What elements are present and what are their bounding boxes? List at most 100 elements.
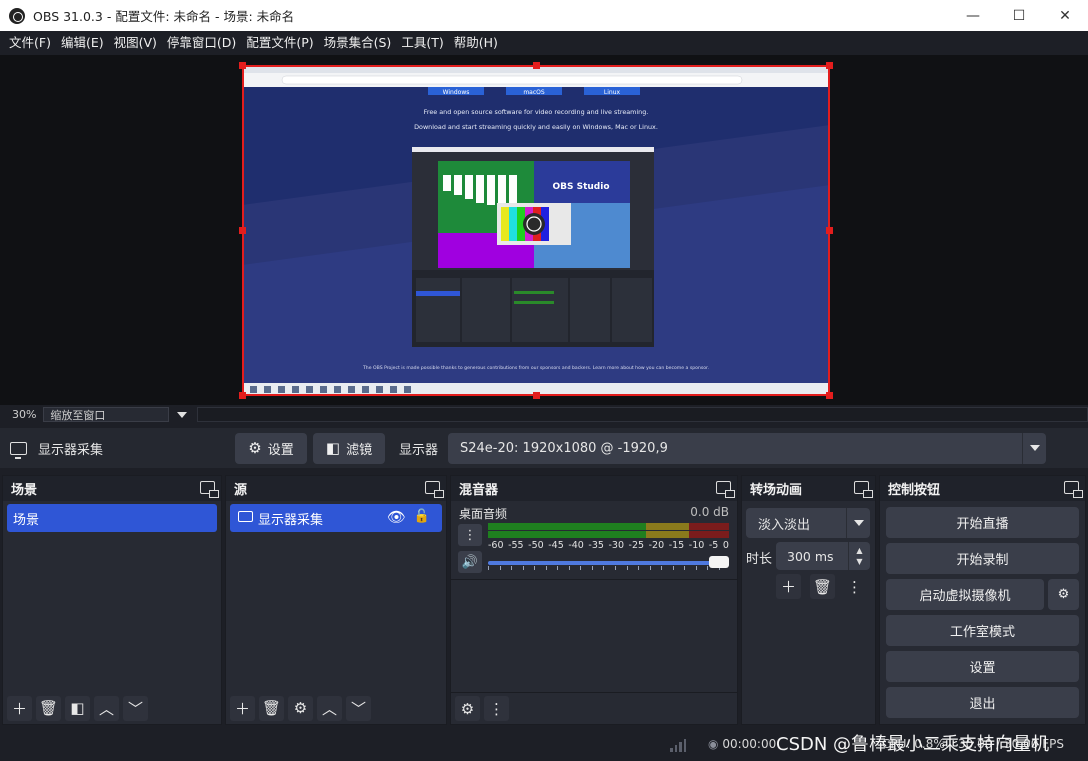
resize-handle-tl[interactable]: [239, 62, 246, 69]
controls-dock: 控制按钮 开始直播 开始录制 启动虚拟摄像机 ⚙ 工作室模式 设置 退出: [879, 475, 1086, 725]
controls-dock-title: 控制按钮: [888, 483, 941, 498]
volume-meter: -60 -55 -50 -45 -40 -35 -30 -25 -20 -15 …: [488, 523, 729, 551]
start-recording-button[interactable]: 开始录制: [886, 543, 1079, 574]
undock-icon[interactable]: [716, 481, 735, 498]
transition-select-value: 淡入淡出: [758, 517, 811, 533]
remove-source-button[interactable]: 🗑: [259, 695, 284, 721]
zoom-mode-select[interactable]: 缩放至窗口: [43, 407, 169, 422]
monitor-icon: [238, 511, 253, 522]
lock-icon[interactable]: 🔓: [414, 509, 430, 524]
exit-button[interactable]: 退出: [886, 687, 1079, 718]
audio-settings-button[interactable]: ⚙: [455, 696, 480, 721]
menu-scene-collection[interactable]: 场景集合(S): [319, 31, 397, 55]
source-filters-button[interactable]: ◧ 滤镜: [313, 432, 385, 464]
menu-help[interactable]: 帮助(H): [449, 31, 503, 55]
scene-list-item[interactable]: 场景: [7, 504, 217, 532]
menu-edit[interactable]: 编辑(E): [56, 31, 109, 55]
remove-transition-button[interactable]: 🗑: [810, 574, 835, 599]
captured-screen[interactable]: Windows macOS Linux Free and open source…: [242, 65, 830, 396]
mute-button[interactable]: 🔊: [458, 551, 482, 573]
undock-icon[interactable]: [854, 481, 873, 498]
move-scene-down-button[interactable]: ﹀: [123, 695, 148, 721]
virtual-camera-settings-button[interactable]: ⚙: [1048, 579, 1079, 610]
chevron-down-icon[interactable]: ▼: [856, 556, 862, 567]
zoom-scrollbar[interactable]: [196, 407, 1088, 422]
resize-handle-ml[interactable]: [239, 227, 246, 234]
scene-filters-button[interactable]: ◧: [65, 695, 90, 721]
sources-dock-title: 源: [234, 483, 248, 498]
mixer-menu-button[interactable]: ⋮: [484, 696, 509, 721]
speaker-icon: 🔊: [461, 554, 479, 570]
settings-button[interactable]: 设置: [886, 651, 1079, 682]
resize-handle-bl[interactable]: [239, 392, 246, 399]
chevron-down-icon: ﹀: [350, 699, 366, 718]
undock-icon[interactable]: [200, 481, 219, 498]
menu-file[interactable]: 文件(F): [4, 31, 56, 55]
scenes-dock-header: 场景: [3, 476, 221, 501]
resize-handle-tm[interactable]: [533, 62, 540, 69]
mixer-toolbar: ⚙ ⋮: [451, 692, 737, 724]
minimize-button[interactable]: —: [950, 0, 996, 31]
undock-icon[interactable]: [1064, 481, 1083, 498]
meter-scale: -60 -55 -50 -45 -40 -35 -30 -25 -20 -15 …: [488, 540, 729, 551]
transition-menu-button[interactable]: ⋮: [842, 574, 867, 599]
duration-spinbox[interactable]: 300 ms ▲ ▼: [776, 542, 870, 570]
resize-handle-mr[interactable]: [826, 227, 833, 234]
studio-mode-button[interactable]: 工作室模式: [886, 615, 1079, 646]
menu-tools[interactable]: 工具(T): [396, 31, 448, 55]
move-source-down-button[interactable]: ﹀: [346, 695, 371, 721]
display-label: 显示器: [399, 442, 439, 458]
source-settings-button[interactable]: ⚙ 设置: [235, 432, 307, 464]
menu-view[interactable]: 视图(V): [109, 31, 162, 55]
remove-scene-button[interactable]: 🗑: [36, 695, 61, 721]
eye-icon[interactable]: 👁: [387, 508, 406, 526]
mixer-dock-title: 混音器: [459, 483, 499, 498]
duration-value: 300 ms: [787, 548, 834, 564]
volume-slider-handle[interactable]: [709, 556, 729, 568]
gear-icon: ⚙: [460, 699, 475, 718]
maximize-button[interactable]: ☐: [996, 0, 1042, 31]
source-list-item[interactable]: 显示器采集 👁 🔓: [230, 504, 442, 532]
signal-bars-icon: [670, 739, 686, 752]
mixer-channel-menu-button[interactable]: ⋮: [458, 524, 482, 546]
filter-icon: ◧: [70, 699, 85, 717]
volume-slider[interactable]: [488, 556, 729, 570]
undock-icon[interactable]: [425, 481, 444, 498]
resize-handle-bm[interactable]: [533, 392, 540, 399]
chevron-down-icon: [1029, 445, 1040, 451]
add-transition-button[interactable]: ＋: [776, 574, 801, 599]
add-scene-button[interactable]: ＋: [7, 695, 32, 721]
chevron-up-icon[interactable]: ▲: [856, 545, 862, 556]
sources-dock: 源 显示器采集 👁 🔓 ＋ 🗑 ⚙ ︿ ﹀: [225, 475, 447, 725]
resize-handle-tr[interactable]: [826, 62, 833, 69]
move-scene-up-button[interactable]: ︿: [94, 695, 119, 721]
add-source-button[interactable]: ＋: [230, 695, 255, 721]
scene-item-label: 场景: [13, 512, 40, 528]
meter-tick-label: -20: [648, 540, 665, 551]
plus-icon: ＋: [234, 699, 250, 718]
menu-docks[interactable]: 停靠窗口(D): [162, 31, 241, 55]
transition-select[interactable]: 淡入淡出: [746, 508, 870, 538]
start-streaming-button[interactable]: 开始直播: [886, 507, 1079, 538]
meter-tick-label: -55: [508, 540, 524, 551]
close-button[interactable]: ✕: [1042, 0, 1088, 31]
display-select[interactable]: S24e-20: 1920x1080 @ -1920,9: [448, 432, 1047, 464]
transition-dropdown-button[interactable]: [846, 508, 870, 538]
mixer-channel-name: 桌面音频: [459, 507, 508, 521]
display-dropdown-button[interactable]: [1022, 432, 1046, 464]
menu-profile[interactable]: 配置文件(P): [241, 31, 318, 55]
start-virtual-camera-button[interactable]: 启动虚拟摄像机: [886, 579, 1044, 610]
source-properties-button[interactable]: ⚙: [288, 695, 313, 721]
move-source-up-button[interactable]: ︿: [317, 695, 342, 721]
resize-handle-br[interactable]: [826, 392, 833, 399]
mixer-channel-level: 0.0 dB: [690, 505, 729, 519]
chevron-down-icon[interactable]: [176, 411, 187, 418]
download-linux-label: Linux: [604, 89, 621, 96]
display-select-value: S24e-20: 1920x1080 @ -1920,9: [460, 440, 668, 456]
screen-footer: The OBS Project is made possible thanks …: [362, 365, 709, 371]
screen-tagline: Free and open source software for video …: [424, 108, 649, 116]
watermark: CSDN @鲁棒最小二乘支持向量机: [776, 734, 1050, 755]
chevron-up-icon: ︿: [321, 699, 337, 718]
source-item-label: 显示器采集: [258, 512, 324, 528]
transitions-dock: 转场动画 淡入淡出 时长 300 ms ▲ ▼ ＋ 🗑 ⋮: [741, 475, 876, 725]
